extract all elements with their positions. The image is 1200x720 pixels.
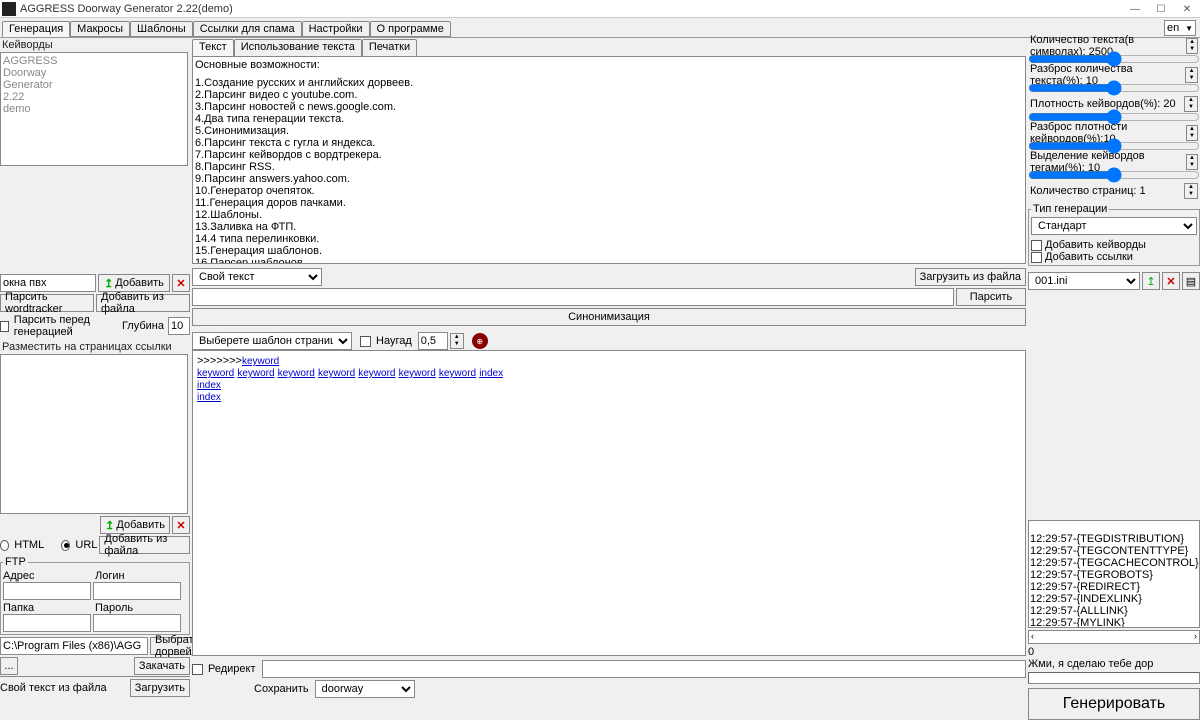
tab-stamps[interactable]: Печатки [362, 39, 417, 57]
gen-type-select[interactable]: Стандарт [1031, 217, 1197, 235]
log-scrollbar[interactable]: ‹› [1028, 630, 1200, 644]
preview-link[interactable]: index [197, 392, 221, 403]
app-logo-icon [2, 2, 16, 16]
url-radio[interactable] [61, 540, 70, 551]
preview-link[interactable]: keyword [399, 368, 436, 379]
preview-link[interactable]: index [479, 368, 503, 379]
preview-link[interactable]: keyword [278, 368, 315, 379]
parse-text-button[interactable]: Парсить [956, 288, 1026, 306]
ftp-path-input[interactable] [0, 637, 148, 655]
globe-icon[interactable]: ⊕ [472, 333, 488, 349]
progress-bar [1028, 672, 1200, 684]
kw-tags-slider[interactable] [1028, 170, 1200, 180]
tab-text[interactable]: Текст [192, 39, 234, 57]
ini-up-icon[interactable]: ↥ [1142, 272, 1160, 290]
window-title: AGGRESS Doorway Generator 2.22(demo) [20, 3, 233, 15]
pages-count-label: Количество страниц: 1 [1030, 185, 1146, 197]
text-sub-tabs: Текст Использование текста Печатки [192, 38, 1026, 56]
keywords-label: Кейворды [0, 38, 190, 52]
download-button[interactable]: Закачать [134, 657, 190, 675]
preview-link[interactable]: index [197, 380, 221, 391]
add-link-button[interactable]: Добавить [100, 516, 170, 534]
template-preview[interactable]: >>>>>>>keyword keyword keyword keyword k… [192, 350, 1026, 656]
tab-settings[interactable]: Настройки [302, 21, 370, 37]
text-spread-slider[interactable] [1028, 83, 1200, 93]
slogan-label: Жми, я сделаю тебе дор [1028, 658, 1200, 670]
redirect-input[interactable] [262, 660, 1026, 678]
preview-link[interactable]: keyword [237, 368, 274, 379]
ftp-address-input[interactable] [3, 582, 91, 600]
parse-wordtracker-button[interactable]: Парсить wordtracker [0, 294, 94, 312]
parse-before-gen-label: Парсить перед генерацией [14, 314, 118, 338]
ini-delete-icon[interactable]: ✕ [1162, 272, 1180, 290]
links-textarea[interactable] [0, 354, 188, 514]
preview-link[interactable]: keyword [318, 368, 355, 379]
ftp-folder-input[interactable] [3, 614, 91, 632]
own-text-select[interactable]: Свой текст [192, 268, 322, 286]
tab-generation[interactable]: Генерация [2, 21, 70, 37]
keyword-input[interactable] [0, 274, 96, 292]
tab-spam-links[interactable]: Ссылки для спама [193, 21, 302, 37]
add-keyword-button[interactable]: Добавить [98, 274, 170, 292]
clear-links-button[interactable]: ✕ [172, 516, 190, 534]
ini-file-select[interactable]: 001.ini [1028, 272, 1140, 290]
html-radio[interactable] [0, 540, 9, 551]
clear-keywords-button[interactable]: ✕ [172, 274, 190, 292]
progress-label: 0 [1028, 646, 1200, 658]
maximize-icon[interactable]: ☐ [1148, 0, 1174, 18]
load-text-from-file-button[interactable]: Загрузить из файла [915, 268, 1026, 286]
ellipsis-button[interactable]: ... [0, 657, 18, 675]
minimize-icon[interactable]: — [1122, 0, 1148, 18]
tab-about[interactable]: О программе [370, 21, 451, 37]
ftp-password-input[interactable] [93, 614, 181, 632]
tab-text-usage[interactable]: Использование текста [234, 39, 362, 57]
add-from-file-button[interactable]: Добавить из файла [96, 294, 190, 312]
tab-templates[interactable]: Шаблоны [130, 21, 193, 37]
links-add-from-file-button[interactable]: Добавить из файла [99, 536, 190, 554]
main-tabs: Генерация Макросы Шаблоны Ссылки для спа… [0, 18, 1200, 38]
ftp-fieldset: FTP АдресЛогин ПапкаПароль [0, 556, 190, 635]
tab-macros[interactable]: Макросы [70, 21, 130, 37]
add-links-checkbox[interactable] [1031, 252, 1042, 263]
preview-link[interactable]: keyword [242, 356, 279, 367]
parse-before-gen-checkbox[interactable] [0, 321, 9, 332]
load-own-text-button[interactable]: Загрузить [130, 679, 190, 697]
title-bar: AGGRESS Doorway Generator 2.22(demo) — ☐… [0, 0, 1200, 18]
features-textarea[interactable]: Основные возможности: 1.Создание русских… [192, 56, 1026, 264]
log-output[interactable]: 12:29:57-{TEGDISTRIBUTION} 12:29:57-{TEG… [1028, 520, 1200, 628]
place-links-label: Разместить на страницах ссылки [0, 340, 190, 354]
gen-type-fieldset: Тип генерации Стандарт Добавить кейворды… [1028, 203, 1200, 266]
ini-save-icon[interactable]: ▤ [1182, 272, 1200, 290]
own-text-label: Свой текст из файла [0, 682, 107, 694]
text-source-input[interactable] [192, 288, 954, 306]
random-value-input[interactable] [418, 332, 448, 350]
close-icon[interactable]: ✕ [1174, 0, 1200, 18]
synonymize-button[interactable]: Синонимизация [192, 308, 1026, 326]
preview-link[interactable]: keyword [358, 368, 395, 379]
random-spinner[interactable]: ▲▼ [450, 333, 464, 349]
template-select[interactable]: Выберете шаблон страницы [192, 332, 352, 350]
add-keywords-checkbox[interactable] [1031, 240, 1042, 251]
preview-link[interactable]: keyword [439, 368, 476, 379]
depth-input[interactable] [168, 317, 190, 335]
depth-label: Глубина [122, 320, 164, 332]
save-doorway-select[interactable]: doorway [315, 680, 415, 698]
pages-count-spinner[interactable]: ▲▼ [1184, 183, 1198, 199]
keywords-textarea[interactable]: AGGRESS Doorway Generator 2.22 demo [0, 52, 188, 166]
random-checkbox[interactable] [360, 336, 371, 347]
preview-link[interactable]: keyword [197, 368, 234, 379]
redirect-checkbox[interactable] [192, 664, 203, 675]
generate-button[interactable]: Генерировать [1028, 688, 1200, 720]
ftp-login-input[interactable] [93, 582, 181, 600]
